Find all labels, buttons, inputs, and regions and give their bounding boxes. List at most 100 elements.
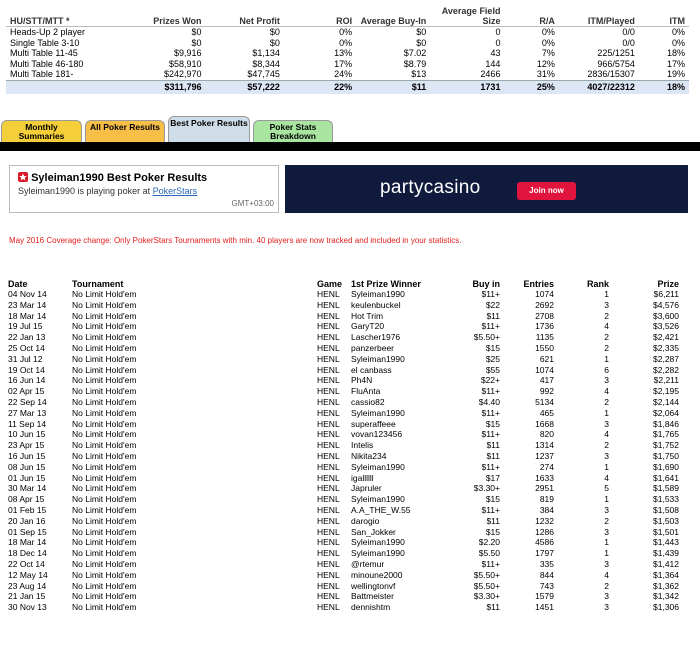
tab-poker-stats-breakdown[interactable]: Poker Stats Breakdown [253, 120, 333, 142]
table-row[interactable]: 23 Aug 14 No Limit Hold'em HENL wellingtonv… [0, 581, 679, 592]
table-row[interactable]: 16 Jun 15 No Limit Hold'em HENL Nikita234 $1… [0, 451, 679, 462]
winner-cell: keulenbuckel [351, 299, 401, 310]
table-row[interactable]: 08 Apr 15 No Limit Hold'em HENL Syleiman199… [0, 494, 679, 505]
table-row[interactable]: 10 Jun 15 No Limit Hold'em HENL vovan123456… [0, 429, 679, 440]
table-row[interactable]: 18 Dec 14 No Limit Hold'em HENL Syleiman199… [0, 548, 679, 559]
entries-cell: 743 [539, 580, 554, 591]
ad-banner[interactable]: partycasino Join now [285, 165, 688, 213]
prize-cell: $1,501 [653, 526, 679, 537]
results-header-date[interactable]: Date [0, 279, 72, 289]
table-row[interactable]: 11 Sep 14 No Limit Hold'em HENL superaffeee… [0, 419, 679, 430]
rank-cell: 2 [604, 440, 609, 451]
tab-bar: Monthly Summaries All Poker Results Best… [0, 116, 700, 142]
tournament-cell: No Limit Hold'em [72, 602, 137, 613]
summary-cell: $58,910 [169, 58, 202, 69]
prize-cell: $2,195 [653, 386, 679, 397]
table-row[interactable]: 20 Jan 16 No Limit Hold'em HENL darogio $11 1… [0, 516, 679, 527]
pokerstars-link[interactable]: PokerStars [153, 186, 198, 196]
buyin-cell: $3.30+ [473, 591, 500, 602]
table-row[interactable]: 01 Sep 15 No Limit Hold'em HENL San_Jokker $… [0, 527, 679, 538]
table-row[interactable]: 30 Nov 13 No Limit Hold'em HENL dennishtm $1… [0, 602, 679, 613]
entries-cell: 1668 [535, 418, 554, 429]
table-row[interactable]: 30 Mar 14 No Limit Hold'em HENL Japruler $3.… [0, 483, 679, 494]
summary-cell: $11 [356, 79, 431, 94]
entries-cell: 465 [539, 407, 554, 418]
tournament-cell: No Limit Hold'em [72, 569, 137, 580]
date-cell: 23 Apr 15 [8, 440, 45, 451]
table-row[interactable]: 31 Jul 12 No Limit Hold'em HENL Syleiman199… [0, 354, 679, 365]
summary-cell[interactable]: Multi Table 181- [6, 69, 127, 80]
table-row[interactable]: 23 Apr 15 No Limit Hold'em HENL Intelis $11 1… [0, 440, 679, 451]
rank-cell: 2 [604, 396, 609, 407]
date-cell: 18 Mar 14 [8, 310, 47, 321]
summary-cell: 43 [490, 48, 501, 58]
table-row[interactable]: 18 Mar 14 No Limit Hold'em HENL Hot Trim $11… [0, 311, 679, 322]
results-body: 04 Nov 14 No Limit Hold'em HENL Syleiman199… [0, 289, 679, 613]
rank-cell: 3 [604, 299, 609, 310]
results-header-tournament[interactable]: Tournament [72, 279, 317, 289]
buyin-cell: $15 [485, 342, 500, 353]
tab-all-poker-results[interactable]: All Poker Results [85, 120, 165, 142]
summary-cell: 0% [541, 37, 555, 48]
summary-header[interactable]: ITM [638, 0, 689, 27]
summary-cell[interactable] [6, 79, 127, 94]
summary-header[interactable]: Net Profit [205, 0, 284, 27]
best-results-table: Date Tournament Game 1st Prize Winner Bu… [0, 279, 679, 613]
summary-cell[interactable]: Heads-Up 2 player [6, 27, 127, 38]
table-row[interactable]: 22 Sep 14 No Limit Hold'em HENL cassio82 $4.… [0, 397, 679, 408]
results-header-winner[interactable]: 1st Prize Winner [351, 279, 460, 289]
summary-cell: $47,745 [247, 69, 280, 79]
summary-header[interactable]: Average Field Size [430, 0, 505, 27]
entries-cell: 820 [539, 429, 554, 440]
summary-cell: $0 [269, 37, 280, 48]
results-header-prize[interactable]: Prize [609, 279, 679, 289]
table-row[interactable]: 16 Jun 14 No Limit Hold'em HENL Ph4N $22+ 417… [0, 375, 679, 386]
game-cell: HENL [317, 504, 340, 515]
summary-cell: 0/0 [622, 37, 635, 48]
summary-cell: 0% [339, 27, 353, 37]
table-row[interactable]: 19 Oct 14 No Limit Hold'em HENL el canbass $… [0, 365, 679, 376]
table-row[interactable]: 01 Feb 15 No Limit Hold'em HENL A.A_THE_W.5… [0, 505, 679, 516]
tab-best-poker-results[interactable]: Best Poker Results [168, 116, 250, 142]
results-header-buyin[interactable]: Buy in [460, 279, 500, 289]
results-header-entries[interactable]: Entries [500, 279, 554, 289]
table-row[interactable]: 21 Jan 15 No Limit Hold'em HENL Battmeister… [0, 591, 679, 602]
table-row[interactable]: 12 May 14 No Limit Hold'em HENL minoune2000… [0, 570, 679, 581]
date-cell: 04 Nov 14 [8, 289, 47, 299]
rank-cell: 3 [604, 558, 609, 569]
summary-cell: 144 [485, 58, 501, 69]
results-header-game[interactable]: Game [317, 279, 351, 289]
join-now-button[interactable]: Join now [517, 182, 576, 200]
summary-header[interactable]: Average Buy-In [356, 0, 431, 27]
table-row[interactable]: 01 Jun 15 No Limit Hold'em HENL igallllll $1… [0, 473, 679, 484]
summary-header[interactable]: ITM/Played [558, 0, 639, 27]
results-header-rank[interactable]: Rank [554, 279, 609, 289]
date-cell: 19 Oct 14 [8, 364, 45, 375]
table-row[interactable]: 25 Oct 14 No Limit Hold'em HENL panzerbeer $… [0, 343, 679, 354]
summary-cell: $0 [269, 27, 280, 37]
date-cell: 23 Mar 14 [8, 299, 47, 310]
prize-cell: $1,750 [653, 450, 679, 461]
table-row[interactable]: 08 Jun 15 No Limit Hold'em HENL Syleiman199… [0, 462, 679, 473]
date-cell: 18 Mar 14 [8, 537, 47, 548]
summary-cell: 0% [541, 27, 555, 37]
table-row[interactable]: 27 Mar 13 No Limit Hold'em HENL Syleiman199… [0, 408, 679, 419]
summary-header[interactable]: HU/STT/MTT * [6, 0, 127, 27]
summary-header[interactable]: ROI [283, 0, 357, 27]
table-row[interactable]: 18 Mar 14 No Limit Hold'em HENL Syleiman199… [0, 537, 679, 548]
summary-cell[interactable]: Multi Table 11-45 [6, 48, 127, 59]
tab-monthly-summaries[interactable]: Monthly Summaries [1, 120, 82, 142]
table-row[interactable]: 19 Jul 15 No Limit Hold'em HENL GaryT20 $11+… [0, 321, 679, 332]
summary-header[interactable]: Prizes Won [126, 0, 206, 27]
table-row[interactable]: 23 Mar 14 No Limit Hold'em HENL keulenbucke… [0, 300, 679, 311]
entries-cell: 1451 [535, 602, 554, 613]
table-row[interactable]: 04 Nov 14 No Limit Hold'em HENL Syleiman199… [0, 289, 679, 300]
table-row[interactable]: 22 Oct 14 No Limit Hold'em HENL @rtemur $11+… [0, 559, 679, 570]
summary-cell[interactable]: Multi Table 46-180 [6, 59, 127, 70]
summary-cell[interactable]: Single Table 3-10 [6, 38, 127, 49]
table-row[interactable]: 02 Apr 15 No Limit Hold'em HENL FluAnta $11+… [0, 386, 679, 397]
table-row[interactable]: 22 Jan 13 No Limit Hold'em HENL Lascher1976… [0, 332, 679, 343]
buyin-cell: $2.20 [478, 537, 500, 548]
buyin-cell: $11+ [481, 429, 500, 440]
summary-header[interactable]: R/A [504, 0, 559, 27]
